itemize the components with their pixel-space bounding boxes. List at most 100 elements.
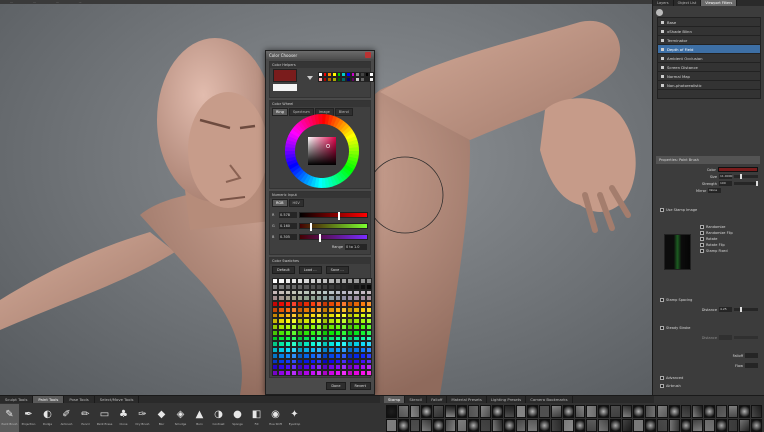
stamp-thumbnail[interactable] [598,419,609,432]
visibility-icon[interactable] [661,20,664,24]
checkbox-icon[interactable] [660,297,664,302]
stamp-thumbnail[interactable] [645,405,656,418]
blue-value-input[interactable]: 0.305 [279,233,297,240]
close-icon[interactable] [365,52,371,58]
stamp-thumbnail[interactable] [609,405,621,418]
stamp-thumbnail[interactable] [386,405,397,418]
add-filter-icon[interactable] [656,9,663,16]
stamp-thumbnail[interactable] [397,419,409,432]
tool-button[interactable]: ◆ Blur [152,404,171,432]
size-slider[interactable] [734,174,758,179]
stamp-thumbnail[interactable] [562,419,574,432]
filter-item[interactable]: Ambient Occlusion [658,54,760,63]
distance-slider[interactable] [734,307,758,312]
stamp-thumbnail[interactable] [727,419,739,432]
red-value-input[interactable]: 0.578 [279,211,297,218]
stamp-thumbnail[interactable] [444,419,456,432]
stamp-thumbnail[interactable] [586,419,598,432]
tab-hsv[interactable]: HSV [288,199,304,207]
shelf-tab[interactable]: Sculpt Tools [0,396,34,403]
stamp-thumbnail[interactable] [586,405,598,418]
revert-button[interactable]: Revert [349,382,371,390]
shelf-tab[interactable]: Paint Tools [33,396,65,403]
stamp-thumbnail[interactable] [456,405,468,418]
tool-button[interactable]: ✑ Dry Brush [133,404,152,432]
color-ring-picker[interactable] [284,113,360,189]
checkbox-icon[interactable] [660,375,664,380]
save-button[interactable]: Save ... [325,266,349,274]
stamp-thumbnail[interactable] [692,405,704,418]
stamp-thumbnail[interactable] [621,405,633,418]
slider-knob[interactable] [755,181,758,186]
filter-item[interactable]: Depth of Field [658,45,760,54]
slider-knob[interactable] [337,211,340,220]
stamp-shelf-tab[interactable]: Lighting Presets [487,396,527,403]
load-button[interactable]: Load ... [298,266,322,274]
stamp-thumbnail[interactable] [409,419,421,432]
stamp-thumbnail[interactable] [503,405,515,418]
swatch-grid[interactable] [272,278,372,376]
stamp-option-checkbox[interactable]: Stamp Fixed [696,248,758,254]
checkbox-icon[interactable] [700,249,704,253]
tool-button[interactable]: ● Sponge [228,404,247,432]
properties-header[interactable]: Properties: Paint Brush [656,156,760,164]
stamp-thumbnail[interactable] [468,419,480,432]
stamp-thumbnail[interactable] [492,405,503,418]
stamp-thumbnail[interactable] [621,419,633,432]
checkbox-icon[interactable] [660,207,664,212]
distance-input[interactable]: 4.25 [719,307,732,312]
stamp-thumbnail[interactable] [421,405,433,418]
stamp-thumbnail[interactable] [386,419,397,432]
stamp-thumbnail[interactable] [692,419,704,432]
stamp-thumbnail[interactable] [433,419,444,432]
range-dropdown[interactable]: 0 to 1.0 [345,244,367,250]
stamp-thumbnail[interactable] [727,405,739,418]
stamp-thumbnail[interactable] [704,419,715,432]
airbrush-checkbox[interactable]: Airbrush [656,382,681,389]
stamp-shelf-tab[interactable]: Stencil [405,396,428,403]
visibility-icon[interactable] [661,83,664,87]
stamp-shelf-tab[interactable]: Falloff [427,396,448,403]
stamp-thumbnail[interactable] [456,419,468,432]
green-value-input[interactable]: 0.160 [279,222,297,229]
stamp-thumbnail[interactable] [433,405,444,418]
falloff-dropdown[interactable] [745,353,758,358]
stamp-thumbnail[interactable] [574,405,586,418]
done-button[interactable]: Done [326,382,346,390]
tool-button[interactable]: ✎ Paint Brush [0,404,19,432]
dialog-titlebar[interactable]: Color Chooser [266,51,374,59]
green-slider[interactable] [299,222,368,231]
recent-colors-palette[interactable] [318,72,374,82]
stamp-thumbnail[interactable] [550,405,562,418]
visibility-icon[interactable] [661,74,664,78]
visibility-icon[interactable] [661,38,664,42]
steady-distance-slider[interactable] [734,336,758,339]
palette-swatch[interactable] [369,77,374,82]
checkbox-icon[interactable] [700,225,704,229]
size-input[interactable]: 11.0000 [719,174,732,179]
tab-object-list[interactable]: Object List [674,0,702,6]
stamp-thumbnail[interactable] [421,419,433,432]
stamp-thumbnail[interactable] [539,405,550,418]
stamp-thumbnail[interactable] [704,405,715,418]
steady-stroke-checkbox[interactable]: Steady Stroke [656,324,690,331]
stamp-shelf-tab[interactable]: Material Presets [447,396,487,403]
stamp-thumbnail[interactable] [668,405,680,418]
checkbox-icon[interactable] [660,325,664,330]
tool-button[interactable]: ◧ Fill [247,404,266,432]
strength-slider[interactable] [734,181,758,186]
stamp-thumbnail[interactable] [751,419,762,432]
stamp-thumbnail[interactable] [562,405,574,418]
mirror-dropdown[interactable]: None [708,188,722,193]
stamp-thumbnail[interactable] [751,405,762,418]
slider-knob[interactable] [319,233,322,242]
stamp-thumbnail[interactable] [680,405,692,418]
tool-button[interactable]: ◉ Hue Shift [266,404,285,432]
stamp-thumbnail[interactable] [444,405,456,418]
stamp-thumbnail[interactable] [527,405,539,418]
red-slider[interactable] [299,211,368,220]
tool-button[interactable]: ✒ Projection [19,404,38,432]
stamp-thumbnail[interactable] [527,419,539,432]
stamp-thumbnail[interactable] [550,419,562,432]
filter-item[interactable]: Terminator [658,36,760,45]
